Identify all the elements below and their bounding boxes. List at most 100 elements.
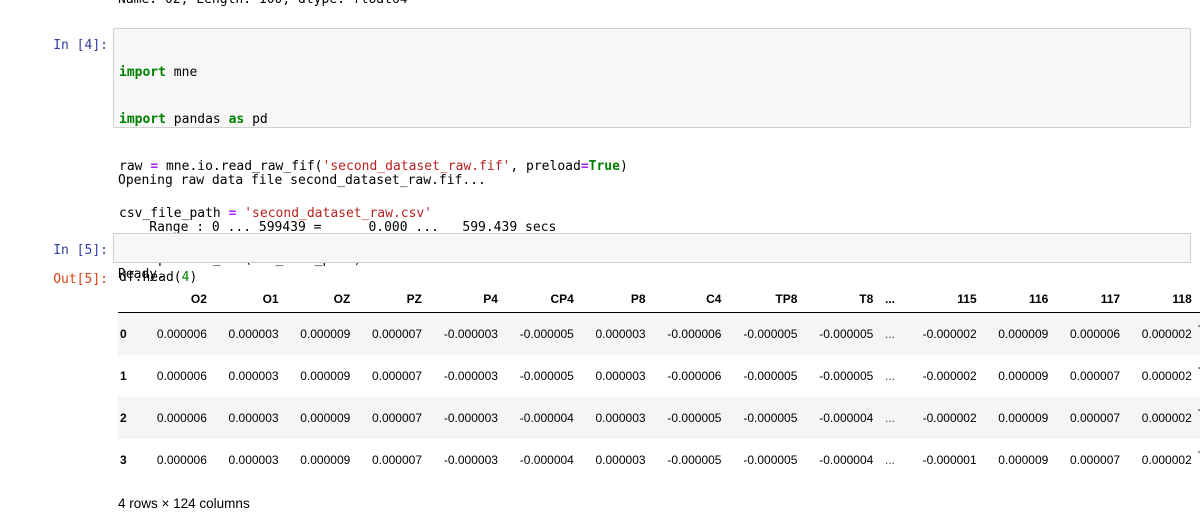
index-header (118, 285, 144, 313)
table-row: 3 0.000006 0.000003 0.000009 0.000007 -0.0000… (118, 439, 1200, 476)
code-token: mne (165, 65, 198, 81)
table-cell: -0.000005 (519, 326, 574, 341)
code-editor-5[interactable]: df.head(4) (113, 233, 1191, 285)
ellipsis-cell: ... (885, 410, 896, 425)
table-cell: -0.000005 (519, 368, 574, 383)
table-cell: 0.000009 (300, 326, 351, 341)
table-cell: -0.000002 (922, 368, 977, 383)
table-cell: 0.000003 (595, 326, 646, 341)
table-cell: 0.000003 (595, 368, 646, 383)
row-index: 1 (120, 368, 127, 383)
table-cell: 0.000006 (156, 368, 207, 383)
code-line: import mne (119, 65, 1185, 81)
notebook-page: Name: 02, Length: 100, dtype: float64 In… (0, 0, 1200, 512)
table-cell: 0.000003 (595, 410, 646, 425)
keyword-token: import (119, 65, 166, 81)
table-cell: 0.000009 (998, 410, 1049, 425)
table-cell: 0.000003 (595, 452, 646, 467)
table-cell: 0.000009 (300, 452, 351, 467)
column-header: 116 (982, 285, 1055, 313)
code-editor-4[interactable]: import mne import pandas as pd raw = mne… (113, 28, 1191, 267)
table-cell: -0.000004 (519, 452, 574, 467)
code-line: import pandas as pd (119, 112, 1185, 128)
table-cell: -0.000006 (667, 326, 722, 341)
ellipsis-cell: ... (885, 326, 896, 341)
ellipsis-cell: ... (885, 368, 896, 383)
table-cell: 0.000009 (998, 452, 1049, 467)
table-cell: 0.000007 (371, 410, 422, 425)
column-header: P8 (579, 285, 652, 313)
table-cell: 0.000009 (998, 326, 1049, 341)
table-cell: -0.000005 (743, 452, 798, 467)
table-cell: -0.000001 (922, 452, 977, 467)
table-cell: -0.000005 (667, 410, 722, 425)
table-cell: -0.000003 (443, 368, 498, 383)
keyword-token: True (588, 158, 620, 174)
table-cell: -0.000005 (819, 326, 874, 341)
code-token: ) (619, 158, 628, 174)
dataframe-summary: 4 rows × 124 columns (118, 496, 250, 511)
table-cell: 0.000002 (1141, 326, 1192, 341)
table-cell: -0.000004 (819, 452, 874, 467)
table-cell: 0.000009 (300, 368, 351, 383)
table-row: 0 0.000006 0.000003 0.000009 0.000007 -0.0000… (118, 312, 1200, 355)
dataframe-output[interactable]: O2 O1 OZ PZ P4 CP4 P8 C4 TP8 T8 ... 115 … (118, 285, 1200, 475)
table-cell: -0.000002 (922, 410, 977, 425)
keyword-token: as (228, 111, 245, 127)
table-cell: 0.000002 (1141, 410, 1192, 425)
table-cell: 0.000007 (1069, 410, 1121, 425)
previous-cell-output: Name: 02, Length: 100, dtype: float64 (118, 0, 408, 8)
table-cell: 0.000006 (156, 452, 207, 467)
table-cell: 0.000002 (1141, 368, 1192, 383)
table-cell: 0.000007 (1069, 368, 1121, 383)
column-header: 118 (1126, 285, 1198, 313)
table-row: 2 0.000006 0.000003 0.000009 0.000007 -0.0000… (118, 396, 1200, 439)
table-cell: 0.000003 (228, 326, 279, 341)
column-header: C4 (651, 285, 728, 313)
column-header: P4 (428, 285, 504, 313)
table-cell: -0.000005 (743, 368, 798, 383)
input-prompt-4: In [4]: (53, 38, 108, 53)
code-token: pd (244, 111, 268, 127)
column-header: PZ (356, 285, 428, 313)
table-cell: -0.000005 (743, 410, 798, 425)
table-cell: -0.000003 (443, 452, 498, 467)
operator-token: = (580, 158, 589, 174)
table-cell: -0.000005 (819, 368, 874, 383)
row-index: 2 (120, 410, 127, 425)
column-header: TP8 (727, 285, 804, 313)
row-index: 0 (120, 326, 127, 341)
input-prompt-5: In [5]: (53, 243, 108, 258)
table-cell: 0.000007 (1069, 452, 1121, 467)
table-cell: 0.000009 (300, 410, 351, 425)
column-header: 117 (1054, 285, 1127, 313)
table-cell: -0.000004 (519, 410, 574, 425)
table-cell: 0.000003 (228, 410, 279, 425)
table-cell: 0.000002 (1141, 452, 1192, 467)
output-line: Opening raw data file second_dataset_raw… (118, 173, 486, 189)
code-line: df.head(4) (119, 270, 1185, 286)
table-cell: 0.000003 (228, 452, 279, 467)
column-header: O1 (212, 285, 285, 313)
column-header: O2 (143, 285, 213, 313)
table-cell: -0.000003 (443, 410, 498, 425)
column-header: T8 (803, 285, 880, 313)
table-cell: 0.000009 (998, 368, 1049, 383)
code-token: ) (189, 270, 198, 286)
table-cell: -0.000006 (667, 368, 722, 383)
table-cell: 0.000006 (156, 410, 207, 425)
column-header: CP4 (503, 285, 580, 313)
table-cell: 0.000007 (371, 368, 422, 383)
code-token: pandas (165, 111, 229, 127)
table-cell: 0.000006 (156, 326, 207, 341)
table-row: 1 0.000006 0.000003 0.000009 0.000007 -0.0000… (118, 355, 1200, 397)
dataframe-body: 0 0.000006 0.000003 0.000009 0.000007 -0.0000… (118, 312, 1200, 476)
output-prompt-5: Out[5]: (53, 272, 108, 287)
table-cell: 0.000003 (228, 368, 279, 383)
column-header: 115 (906, 285, 983, 313)
table-cell: -0.000002 (922, 326, 977, 341)
code-token: df.head( (119, 270, 182, 286)
ellipsis-cell: ... (885, 452, 896, 467)
dataframe-table: O2 O1 OZ PZ P4 CP4 P8 C4 TP8 T8 ... 115 … (118, 285, 1200, 475)
table-cell: -0.000003 (443, 326, 498, 341)
